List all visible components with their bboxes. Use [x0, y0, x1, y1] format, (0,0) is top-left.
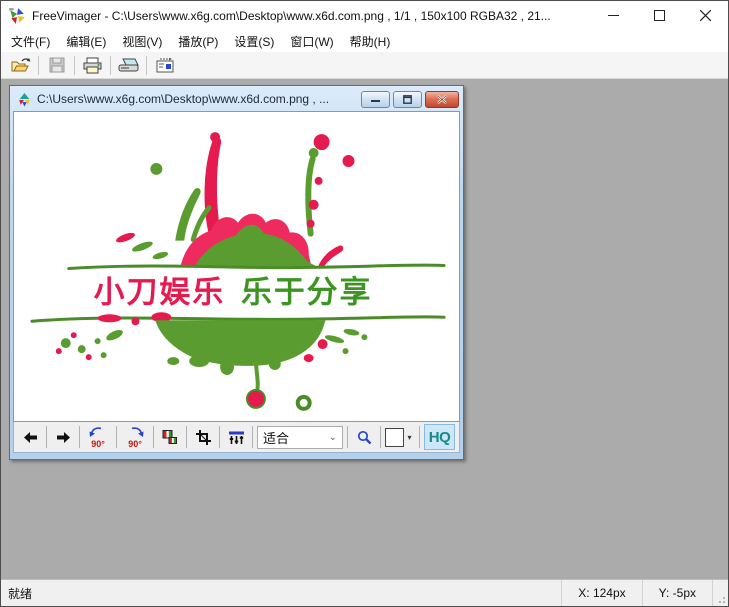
child-close-icon — [437, 95, 447, 104]
levels-button[interactable] — [222, 424, 250, 450]
background-color-swatch-button[interactable] — [385, 428, 404, 447]
menu-item-settings[interactable]: 设置(S) — [226, 31, 282, 52]
toolbar-separator — [219, 426, 220, 448]
menu-item-file[interactable]: 文件(F) — [3, 31, 58, 52]
toolbar-separator — [252, 426, 253, 448]
minimize-icon — [608, 10, 619, 21]
rotate-right-icon — [125, 425, 145, 437]
toolbar-separator — [79, 426, 80, 448]
menu-item-help[interactable]: 帮助(H) — [342, 31, 399, 52]
rotate-right-label: 90° — [128, 440, 142, 449]
toolbar-separator — [419, 426, 420, 448]
toolbar-separator — [186, 426, 187, 448]
brand-text-green: 乐于分享 — [241, 274, 372, 309]
image-document-window: C:\Users\www.x6g.com\Desktop\www.x6d.com… — [9, 85, 464, 460]
status-right-panels: X: 124px Y: -5px — [561, 580, 728, 606]
hq-toggle-button[interactable]: HQ — [424, 424, 455, 450]
rotate-left-icon — [88, 425, 108, 437]
resize-grip[interactable] — [712, 580, 728, 606]
zoom-tool-button[interactable] — [350, 424, 378, 450]
toolbar-separator — [380, 426, 381, 448]
batch-window-button[interactable] — [150, 54, 179, 77]
open-folder-icon — [10, 57, 31, 74]
child-toolbar: 90° 90° — [13, 422, 460, 453]
arrow-left-icon — [23, 431, 38, 444]
chevron-down-icon: ⌄ — [329, 432, 337, 443]
resize-grip-icon — [716, 594, 726, 604]
window-controls — [590, 1, 728, 30]
scanner-icon — [118, 57, 139, 73]
app-title: FreeVimager - C:\Users\www.x6g.com\Deskt… — [32, 9, 590, 23]
crop-icon — [196, 430, 211, 445]
child-restore-button[interactable] — [393, 91, 422, 108]
maximize-button[interactable] — [636, 1, 682, 30]
close-button[interactable] — [682, 1, 728, 30]
save-floppy-icon — [49, 57, 65, 73]
menu-item-view[interactable]: 视图(V) — [114, 31, 170, 52]
arrow-right-icon — [56, 431, 71, 444]
fit-mode-value: 适合 — [263, 428, 289, 447]
app-titlebar: FreeVimager - C:\Users\www.x6g.com\Deskt… — [1, 1, 728, 30]
menu-item-window[interactable]: 窗口(W) — [282, 31, 341, 52]
child-minimize-icon — [371, 95, 380, 103]
print-button[interactable] — [78, 54, 107, 77]
toolbar-separator — [74, 56, 75, 75]
app-logo-icon — [8, 7, 26, 25]
caret-down-icon[interactable]: ▾ — [404, 428, 415, 447]
crop-button[interactable] — [189, 424, 217, 450]
color-swatches-icon — [162, 429, 178, 445]
color-adjust-button[interactable] — [156, 424, 184, 450]
levels-icon — [228, 430, 245, 445]
toolbar-separator — [110, 56, 111, 75]
image-viewport[interactable]: 小刀娱乐 乐于分享 — [13, 111, 460, 422]
background-color-picker: ▾ — [383, 424, 417, 450]
mdi-workspace: C:\Users\www.x6g.com\Desktop\www.x6d.com… — [1, 79, 728, 579]
save-button[interactable] — [42, 54, 71, 77]
rotate-left-button[interactable]: 90° — [82, 424, 114, 450]
rotate-left-label: 90° — [91, 440, 105, 449]
minimize-button[interactable] — [590, 1, 636, 30]
batch-window-icon — [156, 58, 174, 73]
scan-button[interactable] — [114, 54, 143, 77]
child-close-button[interactable] — [425, 91, 459, 108]
freevimager-window: FreeVimager - C:\Users\www.x6g.com\Deskt… — [0, 0, 729, 607]
child-document-icon — [17, 92, 32, 107]
toolbar-separator — [46, 426, 47, 448]
next-image-button[interactable] — [49, 424, 77, 450]
main-toolbar — [1, 52, 728, 79]
cursor-x-readout: X: 124px — [561, 580, 641, 606]
open-button[interactable] — [6, 54, 35, 77]
toolbar-separator — [116, 426, 117, 448]
maximize-icon — [654, 10, 665, 21]
splash-image: 小刀娱乐 乐于分享 — [14, 112, 459, 421]
close-icon — [700, 10, 711, 21]
brand-text-red: 小刀娱乐 — [94, 274, 225, 309]
cursor-y-readout: Y: -5px — [642, 580, 712, 606]
child-title: C:\Users\www.x6g.com\Desktop\www.x6d.com… — [37, 92, 358, 106]
child-titlebar[interactable]: C:\Users\www.x6g.com\Desktop\www.x6d.com… — [13, 87, 460, 111]
child-restore-icon — [403, 95, 412, 104]
status-bar: 就绪 X: 124px Y: -5px — [1, 579, 728, 606]
menu-bar: 文件(F) 编辑(E) 视图(V) 播放(P) 设置(S) 窗口(W) 帮助(H… — [1, 30, 728, 52]
fit-mode-select[interactable]: 适合 ⌄ — [257, 426, 343, 449]
child-minimize-button[interactable] — [361, 91, 390, 108]
menu-item-edit[interactable]: 编辑(E) — [58, 31, 114, 52]
toolbar-separator — [146, 56, 147, 75]
prev-image-button[interactable] — [16, 424, 44, 450]
rotate-right-button[interactable]: 90° — [119, 424, 151, 450]
toolbar-separator — [153, 426, 154, 448]
toolbar-separator — [38, 56, 39, 75]
toolbar-separator — [347, 426, 348, 448]
printer-icon — [83, 57, 102, 74]
magnifier-icon — [357, 430, 372, 445]
status-text: 就绪 — [8, 585, 32, 602]
menu-item-play[interactable]: 播放(P) — [170, 31, 226, 52]
